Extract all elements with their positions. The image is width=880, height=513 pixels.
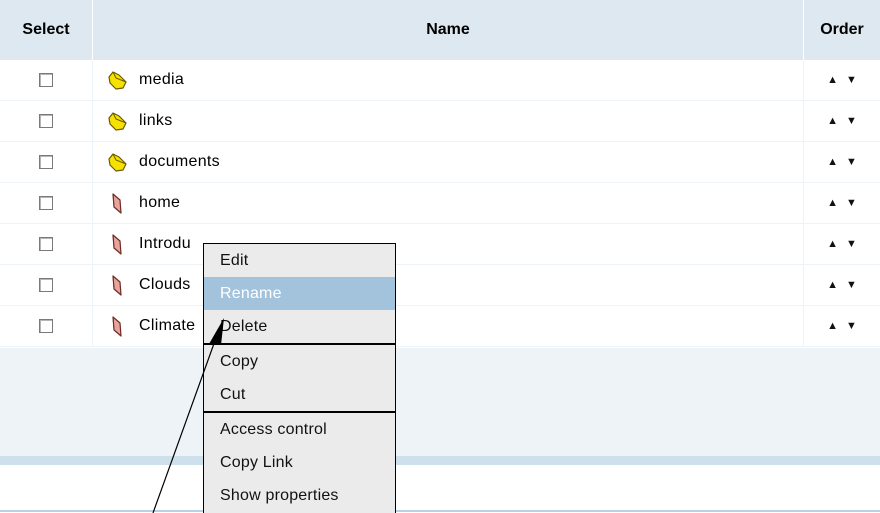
row-order-cell: ▲ ▼ <box>804 224 880 265</box>
row-select-cell <box>0 224 93 265</box>
menu-item-delete[interactable]: Delete <box>204 310 395 343</box>
row-checkbox[interactable] <box>39 114 53 128</box>
row-name-cell[interactable]: Introdu <box>93 224 804 265</box>
item-name[interactable]: documents <box>139 153 220 171</box>
row-select-cell <box>0 183 93 224</box>
page-icon <box>107 192 129 214</box>
page-icon <box>107 233 129 255</box>
item-name[interactable]: home <box>139 194 180 212</box>
move-up-icon[interactable]: ▲ <box>827 115 838 127</box>
move-up-icon[interactable]: ▲ <box>827 279 838 291</box>
move-up-icon[interactable]: ▲ <box>827 156 838 168</box>
menu-item-copy-link[interactable]: Copy Link <box>204 446 395 479</box>
folder-icon <box>107 151 129 173</box>
row-order-cell: ▲ ▼ <box>804 60 880 101</box>
row-order-cell: ▲ ▼ <box>804 265 880 306</box>
move-down-icon[interactable]: ▼ <box>846 74 857 86</box>
move-down-icon[interactable]: ▼ <box>846 320 857 332</box>
move-up-icon[interactable]: ▲ <box>827 197 838 209</box>
table-row[interactable]: media ▲ ▼ <box>0 60 880 101</box>
row-select-cell <box>0 60 93 101</box>
row-name-cell[interactable]: home <box>93 183 804 224</box>
table-row[interactable]: Clouds ▲ ▼ <box>0 265 880 306</box>
item-name[interactable]: links <box>139 112 173 130</box>
table-row[interactable]: links ▲ ▼ <box>0 101 880 142</box>
move-down-icon[interactable]: ▼ <box>846 115 857 127</box>
folder-icon <box>107 110 129 132</box>
menu-item-access-control[interactable]: Access control <box>204 413 395 446</box>
folder-icon <box>107 69 129 91</box>
move-down-icon[interactable]: ▼ <box>846 279 857 291</box>
row-select-cell <box>0 265 93 306</box>
row-select-cell <box>0 101 93 142</box>
page-icon <box>107 315 129 337</box>
move-down-icon[interactable]: ▼ <box>846 197 857 209</box>
row-name-cell[interactable]: Climate <box>93 306 804 347</box>
row-name-cell[interactable]: Clouds <box>93 265 804 306</box>
row-checkbox[interactable] <box>39 196 53 210</box>
row-checkbox[interactable] <box>39 237 53 251</box>
row-order-cell: ▲ ▼ <box>804 306 880 347</box>
row-select-cell <box>0 306 93 347</box>
row-checkbox[interactable] <box>39 278 53 292</box>
row-select-cell <box>0 142 93 183</box>
item-name[interactable]: Climate <box>139 317 195 335</box>
item-name[interactable]: Introdu <box>139 235 191 253</box>
menu-item-copy[interactable]: Copy <box>204 345 395 378</box>
table-row[interactable]: Introdu ▲ ▼ <box>0 224 880 265</box>
row-order-cell: ▲ ▼ <box>804 101 880 142</box>
column-header-select[interactable]: Select <box>0 0 93 60</box>
content-table: Select Name Order media ▲ ▼ links ▲ ▼ document… <box>0 0 880 347</box>
move-up-icon[interactable]: ▲ <box>827 74 838 86</box>
footer-band <box>0 456 880 465</box>
row-order-cell: ▲ ▼ <box>804 183 880 224</box>
table-row[interactable]: Climate ▲ ▼ <box>0 306 880 347</box>
move-down-icon[interactable]: ▼ <box>846 156 857 168</box>
item-name[interactable]: media <box>139 71 184 89</box>
item-name[interactable]: Clouds <box>139 276 191 294</box>
page-icon <box>107 274 129 296</box>
menu-item-show-properties[interactable]: Show properties <box>204 479 395 512</box>
row-checkbox[interactable] <box>39 319 53 333</box>
footer-line <box>0 510 880 512</box>
empty-table-area <box>0 348 880 456</box>
menu-item-cut[interactable]: Cut <box>204 378 395 411</box>
context-menu: Edit Rename Delete Copy Cut Access control Cop… <box>203 243 396 513</box>
row-name-cell[interactable]: documents <box>93 142 804 183</box>
row-name-cell[interactable]: links <box>93 101 804 142</box>
move-up-icon[interactable]: ▲ <box>827 238 838 250</box>
move-down-icon[interactable]: ▼ <box>846 238 857 250</box>
column-header-order[interactable]: Order <box>804 0 880 60</box>
row-checkbox[interactable] <box>39 73 53 87</box>
table-row[interactable]: home ▲ ▼ <box>0 183 880 224</box>
row-checkbox[interactable] <box>39 155 53 169</box>
table-header: Select Name Order <box>0 0 880 60</box>
row-name-cell[interactable]: media <box>93 60 804 101</box>
column-header-name[interactable]: Name <box>93 0 804 60</box>
menu-item-rename[interactable]: Rename <box>204 277 395 310</box>
table-row[interactable]: documents ▲ ▼ <box>0 142 880 183</box>
row-order-cell: ▲ ▼ <box>804 142 880 183</box>
menu-item-edit[interactable]: Edit <box>204 244 395 277</box>
move-up-icon[interactable]: ▲ <box>827 320 838 332</box>
